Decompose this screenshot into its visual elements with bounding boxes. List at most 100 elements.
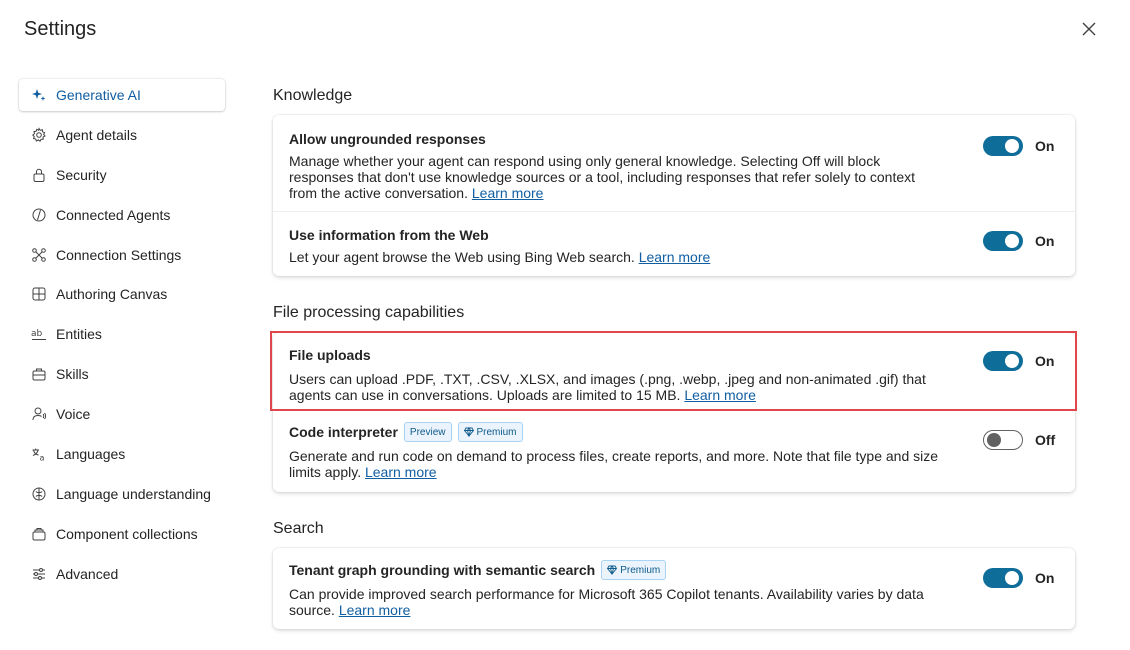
sidebar-item-authoring-canvas[interactable]: Authoring Canvas: [19, 278, 225, 310]
sidebar-item-label: Entities: [56, 326, 102, 343]
toggle-knob: [987, 433, 1001, 447]
lock-icon: [31, 167, 47, 183]
close-button[interactable]: [1078, 18, 1100, 40]
tenant-graph-toggle[interactable]: [983, 568, 1023, 588]
skills-icon: [31, 366, 47, 382]
toggle-knob: [1005, 571, 1019, 585]
learn-more-link[interactable]: Learn more: [639, 249, 711, 265]
sidebar-item-languages[interactable]: a Languages: [19, 438, 225, 470]
sidebar-item-label: Security: [56, 166, 107, 183]
toggle-state-label: On: [1035, 233, 1055, 249]
toggle-knob: [1005, 354, 1019, 368]
sidebar-item-label: Language understanding: [56, 485, 211, 502]
preview-badge: Preview: [403, 422, 452, 442]
toggle-knob: [1005, 139, 1019, 153]
learn-more-link[interactable]: Learn more: [472, 185, 544, 201]
toggle-state-label: Off: [1035, 432, 1056, 448]
component-collections-icon: [31, 526, 47, 542]
premium-badge: Premium: [601, 560, 667, 580]
setting-title: Allow ungrounded responses: [289, 131, 486, 147]
badge-label: Premium: [476, 426, 517, 438]
setting-description: Manage whether your agent can respond us…: [289, 153, 945, 201]
sidebar-item-security[interactable]: Security: [19, 159, 225, 191]
sidebar-item-advanced[interactable]: Advanced: [19, 558, 225, 590]
setting-title-row: Tenant graph grounding with semantic sea…: [289, 560, 945, 580]
setting-file-uploads: File uploads Users can upload .PDF, .TXT…: [273, 333, 1075, 412]
setting-description: Let your agent browse the Web using Bing…: [289, 249, 945, 265]
sparkle-icon: [31, 87, 47, 103]
sidebar-item-connected-agents[interactable]: Connected Agents: [19, 199, 225, 231]
learn-more-link[interactable]: Learn more: [365, 464, 437, 480]
setting-description-text: Let your agent browse the Web using Bing…: [289, 249, 635, 265]
toggle-group: On: [983, 136, 1059, 156]
sliders-icon: [31, 566, 47, 582]
badge-label: Preview: [409, 426, 446, 438]
sidebar-item-generative-ai[interactable]: Generative AI: [19, 79, 225, 111]
connected-agents-icon: [31, 207, 47, 223]
toggle-knob: [1005, 234, 1019, 248]
language-understanding-icon: [31, 486, 47, 502]
page-title: Settings: [24, 18, 97, 40]
setting-title: File uploads: [289, 347, 371, 363]
toggle-state-label: On: [1035, 138, 1055, 154]
toggle-state-label: On: [1035, 570, 1055, 586]
setting-code-interpreter: Code interpreter Preview Premium Generat…: [273, 412, 1075, 492]
sidebar-item-label: Skills: [56, 366, 89, 383]
sidebar-item-label: Component collections: [56, 525, 198, 542]
sidebar-item-label: Connection Settings: [56, 246, 182, 263]
sidebar-item-entities[interactable]: ab Entities: [19, 318, 225, 350]
close-icon: [1082, 22, 1096, 36]
badge-label: Premium: [620, 564, 661, 576]
diamond-icon: [463, 427, 474, 437]
sidebar-item-label: Languages: [56, 446, 126, 463]
file-processing-card: File uploads Users can upload .PDF, .TXT…: [273, 333, 1075, 492]
setting-title: Code interpreter: [289, 424, 398, 440]
svg-text:ab: ab: [31, 329, 43, 339]
entities-icon: ab: [31, 326, 47, 342]
toggle-group: Off: [983, 430, 1059, 450]
code-interpreter-toggle[interactable]: [983, 430, 1023, 450]
setting-title: Use information from the Web: [289, 227, 489, 243]
sidebar-item-label: Agent details: [56, 126, 137, 143]
diamond-icon: [607, 565, 618, 575]
setting-description-text: Users can upload .PDF, .TXT, .CSV, .XLSX…: [289, 371, 926, 403]
svg-text:a: a: [40, 454, 45, 463]
setting-title-row: Code interpreter Preview Premium: [289, 422, 945, 442]
sidebar-item-voice[interactable]: Voice: [19, 398, 225, 430]
section-title-knowledge: Knowledge: [273, 87, 353, 104]
setting-title: Tenant graph grounding with semantic sea…: [289, 562, 596, 578]
toggle-group: On: [983, 351, 1059, 371]
sidebar-item-connection-settings[interactable]: Connection Settings: [19, 239, 225, 271]
section-title-search: Search: [273, 520, 324, 537]
voice-icon: [31, 406, 47, 422]
knowledge-card: Allow ungrounded responses Manage whethe…: [273, 115, 1075, 276]
learn-more-link[interactable]: Learn more: [339, 602, 411, 618]
settings-sidebar: Generative AI Agent details Security Con…: [19, 79, 225, 598]
file-uploads-toggle[interactable]: [983, 351, 1023, 371]
sidebar-item-label: Connected Agents: [56, 206, 171, 223]
gear-icon: [31, 127, 47, 143]
setting-description: Users can upload .PDF, .TXT, .CSV, .XLSX…: [289, 371, 945, 403]
canvas-icon: [31, 286, 47, 302]
ungrounded-toggle[interactable]: [983, 136, 1023, 156]
setting-description: Can provide improved search performance …: [289, 586, 945, 618]
sidebar-item-label: Advanced: [56, 565, 119, 582]
learn-more-link[interactable]: Learn more: [684, 387, 756, 403]
toggle-state-label: On: [1035, 353, 1055, 369]
sidebar-item-agent-details[interactable]: Agent details: [19, 119, 225, 151]
sidebar-item-label: Authoring Canvas: [56, 286, 168, 303]
section-title-file-processing: File processing capabilities: [273, 304, 465, 321]
setting-description: Generate and run code on demand to proce…: [289, 448, 945, 480]
search-card: Tenant graph grounding with semantic sea…: [273, 548, 1075, 629]
web-toggle[interactable]: [983, 231, 1023, 251]
sidebar-item-language-understanding[interactable]: Language understanding: [19, 478, 225, 510]
sidebar-item-skills[interactable]: Skills: [19, 358, 225, 390]
sidebar-item-label: Voice: [56, 406, 91, 423]
premium-badge: Premium: [457, 422, 523, 442]
sidebar-item-component-collections[interactable]: Component collections: [19, 518, 225, 550]
setting-description-text: Manage whether your agent can respond us…: [289, 153, 916, 201]
setting-web-information: Use information from the Web Let your ag…: [273, 212, 1075, 276]
toggle-group: On: [983, 568, 1059, 588]
sidebar-item-label: Generative AI: [56, 87, 141, 103]
setting-allow-ungrounded: Allow ungrounded responses Manage whethe…: [273, 115, 1075, 211]
